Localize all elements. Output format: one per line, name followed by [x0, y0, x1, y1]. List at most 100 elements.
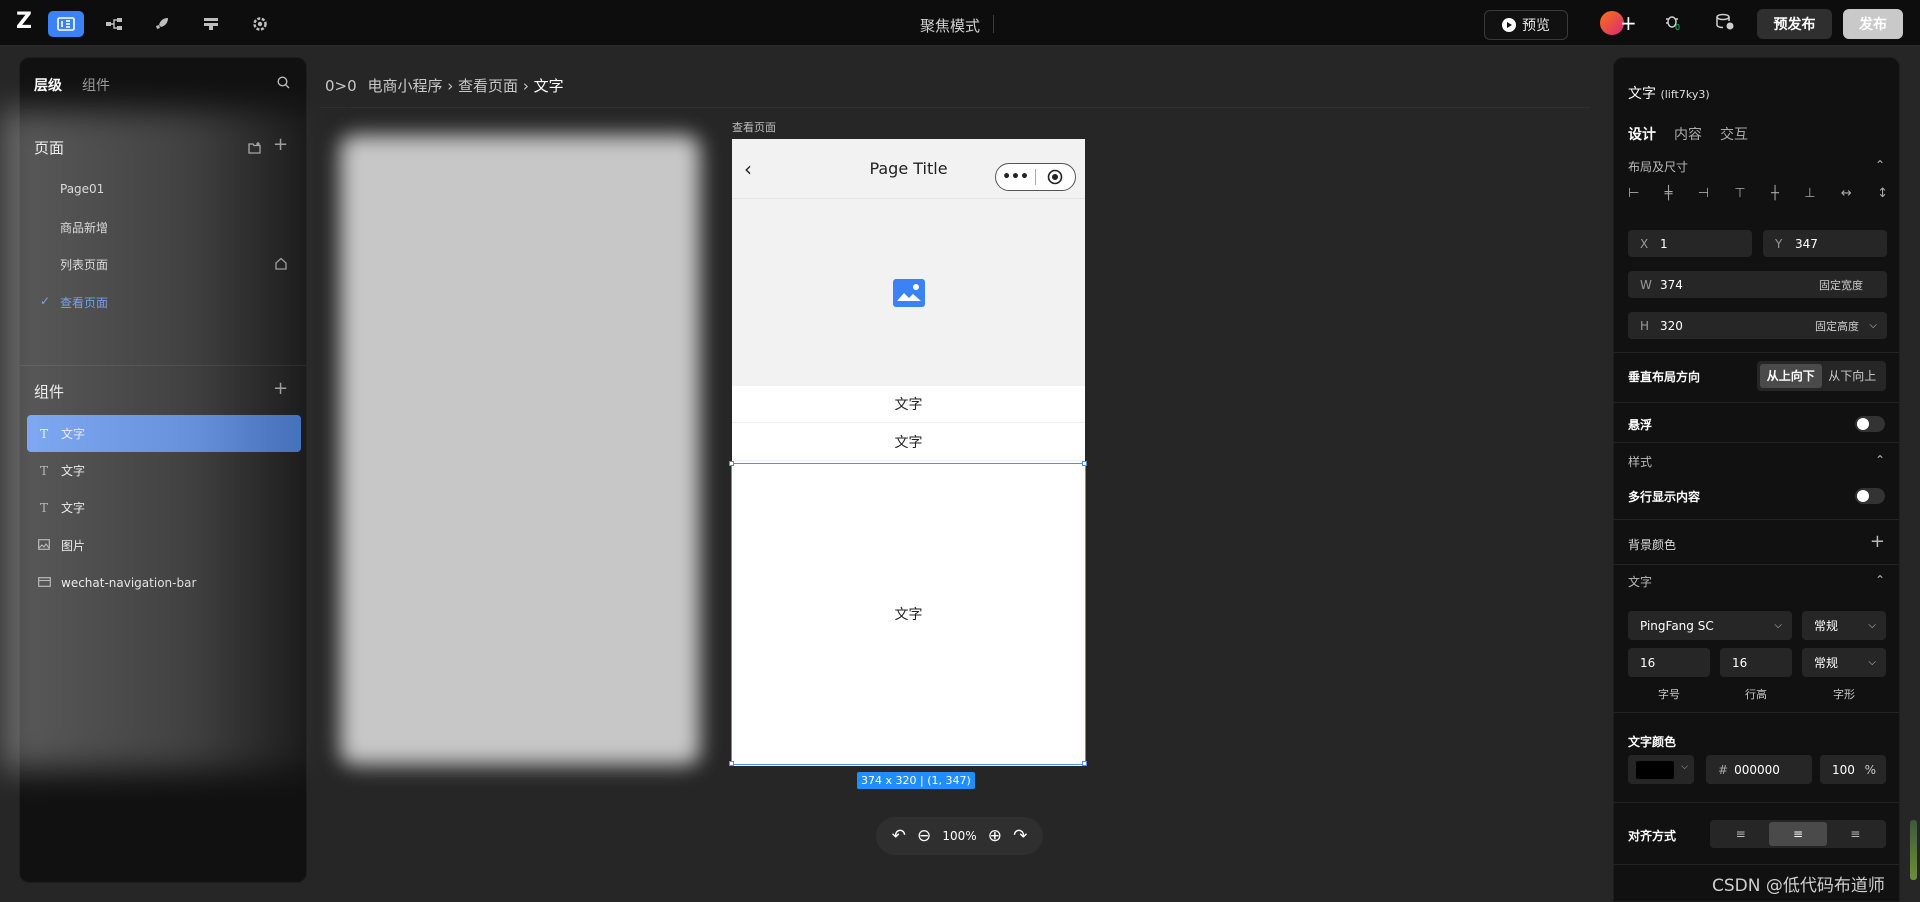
divider [1614, 402, 1899, 403]
search-icon[interactable] [277, 76, 290, 92]
component-library-icon[interactable] [193, 11, 229, 37]
preview-button[interactable]: 预览 [1484, 10, 1568, 40]
align-center-h-icon[interactable]: ╪ [1665, 186, 1673, 201]
zoom-out-icon[interactable]: ⊖ [917, 826, 931, 846]
bg-color-label: 背景颜色 [1628, 538, 1677, 552]
mini-program-capsule[interactable]: ••• [995, 163, 1076, 191]
add-collaborator-icon[interactable]: + [1620, 12, 1637, 34]
font-family-select[interactable]: PingFang SC ⌵ [1628, 611, 1792, 640]
direction-top-down[interactable]: 从上向下 [1760, 364, 1822, 388]
wechat-navigation-bar[interactable]: ‹ Page Title ••• [732, 139, 1085, 199]
y-field[interactable]: Y 347 [1763, 230, 1887, 257]
x-field[interactable]: X 1 [1628, 230, 1752, 257]
divider [1614, 564, 1899, 565]
resize-handle-top-right[interactable] [1082, 461, 1087, 466]
publish-button[interactable]: 发布 [1843, 9, 1903, 39]
divider [1614, 519, 1899, 520]
resize-handle-bottom-right[interactable] [1082, 761, 1087, 766]
breadcrumb-sep: › [522, 77, 534, 95]
align-middle-v-icon[interactable]: ┼ [1771, 186, 1779, 201]
zoom-level[interactable]: 100% [942, 829, 976, 843]
divider [1614, 442, 1899, 443]
align-top-icon[interactable]: ⊤ [1734, 186, 1745, 201]
distribute-h-icon[interactable]: ↔ [1841, 186, 1852, 201]
pages-view-icon[interactable] [48, 11, 84, 37]
font-weight-value: 常规 [1814, 619, 1839, 633]
chevron-down-icon: ⌵ [1681, 762, 1688, 772]
text-align-center-icon[interactable]: ≡ [1769, 822, 1827, 846]
blurred-background [0, 110, 320, 770]
focus-mode-toggle[interactable]: 聚焦模式 [920, 15, 980, 36]
tab-design[interactable]: 设计 [1628, 124, 1656, 144]
float-toggle[interactable] [1855, 416, 1885, 432]
tab-layers[interactable]: 层级 [34, 75, 62, 95]
width-field[interactable]: W 374 固定宽度 [1628, 271, 1887, 298]
multiline-label: 多行显示内容 [1628, 490, 1701, 504]
distribute-v-icon[interactable]: ↕ [1877, 186, 1888, 201]
collapse-icon[interactable]: ⌃ [1875, 158, 1885, 172]
more-dots-icon[interactable]: ••• [996, 169, 1035, 185]
text-color-hex-input[interactable]: # 000000 [1706, 755, 1812, 784]
collapse-icon[interactable]: ⌃ [1875, 453, 1885, 467]
width-mode[interactable]: 固定宽度 [1819, 277, 1863, 293]
h-value: 320 [1660, 318, 1683, 333]
chevron-down-icon: ⌵ [1868, 657, 1876, 668]
chevron-down-icon[interactable]: ⌵ [1869, 320, 1877, 331]
font-style-select[interactable]: 常规 ⌵ [1802, 648, 1886, 677]
text-color-picker[interactable]: ⌵ [1628, 755, 1694, 784]
prepublish-button[interactable]: 预发布 [1757, 9, 1832, 39]
multiline-toggle[interactable] [1855, 488, 1885, 504]
align-bottom-icon[interactable]: ⊥ [1804, 186, 1815, 201]
collapse-icon[interactable]: ⌃ [1875, 573, 1885, 587]
breadcrumb: 0>0 电商小程序 › 查看页面 › 文字 [325, 75, 564, 96]
align-right-icon[interactable]: ⊣ [1698, 186, 1709, 201]
bug-icon[interactable]: 0 [1664, 13, 1682, 34]
tab-interaction[interactable]: 交互 [1720, 124, 1748, 144]
image-component[interactable] [732, 199, 1085, 386]
app-logo[interactable]: Z [16, 11, 38, 33]
height-field[interactable]: H 320 固定高度 ⌵ [1628, 312, 1887, 339]
font-style-value: 常规 [1814, 656, 1839, 670]
text-component-2[interactable]: 文字 [732, 423, 1085, 461]
text-component-selected[interactable]: 文字 [731, 463, 1086, 765]
divider [993, 15, 994, 33]
resize-handle-top-left[interactable] [729, 461, 734, 466]
direction-bottom-up[interactable]: 从下向上 [1822, 364, 1884, 388]
flow-icon[interactable] [96, 11, 132, 37]
properties-panel: 文字 (lift7ky3) 设计 内容 交互 布局及尺寸 ⌃ ⊢ ╪ ⊣ ⊤ ┼… [1613, 57, 1900, 902]
align-label: 对齐方式 [1628, 829, 1677, 843]
database-icon[interactable] [1715, 13, 1735, 34]
frame-label[interactable]: 查看页面 [732, 119, 776, 135]
text-align-right-icon[interactable]: ≡ [1827, 822, 1884, 846]
align-left-icon[interactable]: ⊢ [1628, 186, 1639, 201]
h-label: H [1640, 318, 1650, 333]
hash-label: # [1718, 762, 1729, 777]
w-value: 374 [1660, 277, 1683, 292]
resize-handle-bottom-left[interactable] [729, 761, 734, 766]
undo-icon[interactable]: ↶ [892, 826, 906, 846]
play-icon [1502, 18, 1516, 32]
breadcrumb-root[interactable]: 0>0 [325, 77, 357, 95]
close-record-icon[interactable] [1036, 169, 1075, 185]
style-section-title: 样式 [1628, 455, 1653, 469]
zoom-in-icon[interactable]: ⊕ [988, 826, 1002, 846]
opacity-input[interactable]: 100 % [1820, 755, 1886, 784]
breadcrumb-app[interactable]: 电商小程序 [367, 77, 442, 95]
height-mode[interactable]: 固定高度 [1815, 318, 1859, 334]
text-align-left-icon[interactable]: ≡ [1712, 822, 1769, 846]
add-bg-color-icon[interactable]: + [1870, 531, 1885, 552]
text-align-segmented: ≡ ≡ ≡ [1710, 820, 1886, 848]
layout-section-title: 布局及尺寸 [1628, 160, 1689, 174]
settings-gear-icon[interactable] [242, 11, 278, 37]
font-size-input[interactable]: 16 [1628, 648, 1710, 677]
tab-components[interactable]: 组件 [82, 75, 110, 95]
rocket-icon[interactable] [144, 11, 180, 37]
redo-icon[interactable]: ↷ [1013, 826, 1027, 846]
scrollbar[interactable] [1910, 820, 1917, 880]
font-weight-select[interactable]: 常规 ⌵ [1802, 611, 1886, 640]
text-component-1[interactable]: 文字 [732, 386, 1085, 423]
top-toolbar: Z 聚焦模式 预览 + 0 预发布 发布 [0, 0, 1920, 46]
tab-content[interactable]: 内容 [1674, 124, 1702, 144]
breadcrumb-page[interactable]: 查看页面 [458, 77, 518, 95]
line-height-input[interactable]: 16 [1720, 648, 1792, 677]
